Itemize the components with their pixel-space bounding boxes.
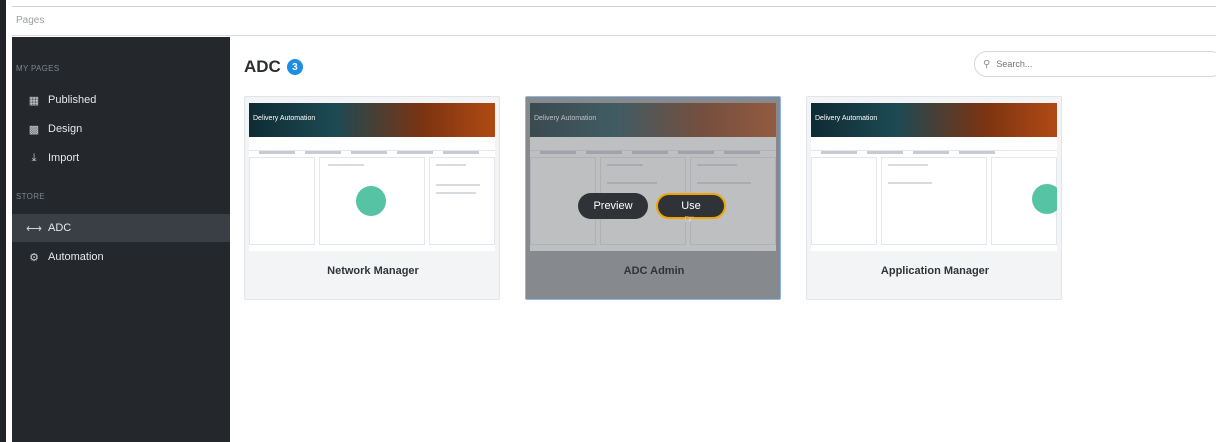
sidebar-item-label: ADC xyxy=(48,222,72,234)
design-icon: ▩ xyxy=(28,123,40,136)
sidebar-item-design[interactable]: ▩ Design xyxy=(12,115,230,143)
template-thumbnail: Delivery Automation xyxy=(249,103,495,251)
pointer-cursor-icon: ☞ xyxy=(684,212,695,226)
template-thumbnail: Delivery Automation xyxy=(811,103,1057,251)
thumbnail-panel xyxy=(429,157,495,245)
card-title: Network Manager xyxy=(327,265,419,277)
sidebar-item-automation[interactable]: ⚙ Automation xyxy=(12,243,230,271)
template-card-application-manager[interactable]: Delivery Automation Application Manager xyxy=(806,96,1062,300)
search-box[interactable]: ⚲ xyxy=(974,51,1216,77)
sidebar-item-label: Published xyxy=(48,94,97,106)
page-title: ADC xyxy=(244,57,281,76)
section-label-my-pages: MY PAGES xyxy=(16,64,60,73)
thumbnail-toolbar xyxy=(811,141,1057,154)
sidebar-item-label: Automation xyxy=(48,251,104,263)
adc-icon: ⟷ xyxy=(26,222,42,235)
search-icon: ⚲ xyxy=(983,58,991,70)
template-card-network-manager[interactable]: Delivery Automation Network Manager xyxy=(244,96,500,300)
app-window: Pages MY PAGES ▦ Published ▩ Design ⤓ Im… xyxy=(0,0,1216,442)
sidebar-item-import[interactable]: ⤓ Import xyxy=(12,144,230,172)
thumbnail-banner: Delivery Automation xyxy=(249,103,495,137)
preview-button[interactable]: Preview xyxy=(578,193,648,219)
document-icon: ▦ xyxy=(28,94,40,107)
search-input[interactable] xyxy=(996,59,1197,69)
banner-text: Delivery Automation xyxy=(253,115,316,122)
count-badge: 3 xyxy=(286,59,303,75)
thumbnail-panel xyxy=(881,157,987,245)
thumbnail-panel xyxy=(991,157,1057,245)
sidebar-item-published[interactable]: ▦ Published xyxy=(12,86,230,114)
thumbnail-chart xyxy=(356,186,386,216)
sidebar-item-adc[interactable]: ⟷ ADC xyxy=(12,214,230,242)
sidebar-item-label: Design xyxy=(48,123,83,135)
main-content: ADC 3 ⚲ Delivery Automation xyxy=(230,37,1216,442)
sidebar-item-label: Import xyxy=(48,152,80,164)
import-icon: ⤓ xyxy=(31,151,37,164)
automation-icon: ⚙ xyxy=(29,251,39,264)
title-bar: Pages xyxy=(12,6,1216,36)
card-title: Application Manager xyxy=(880,265,990,277)
card-title: ADC Admin xyxy=(623,265,685,277)
page-heading: ADC 3 xyxy=(244,57,303,77)
window-title: Pages xyxy=(16,15,45,26)
thumbnail-panel xyxy=(249,157,315,245)
thumbnail-chart xyxy=(1032,184,1057,214)
banner-text: Delivery Automation xyxy=(815,115,878,122)
thumbnail-panel xyxy=(811,157,877,245)
thumbnail-banner: Delivery Automation xyxy=(811,103,1057,137)
thumbnail-panel xyxy=(319,157,425,245)
section-label-store: STORE xyxy=(16,192,45,201)
sidebar: MY PAGES ▦ Published ▩ Design ⤓ Import S… xyxy=(12,37,230,442)
thumbnail-toolbar xyxy=(249,141,495,154)
template-card-adc-admin[interactable]: Delivery Automation Preview Use ☞ ADC Ad… xyxy=(525,96,781,300)
